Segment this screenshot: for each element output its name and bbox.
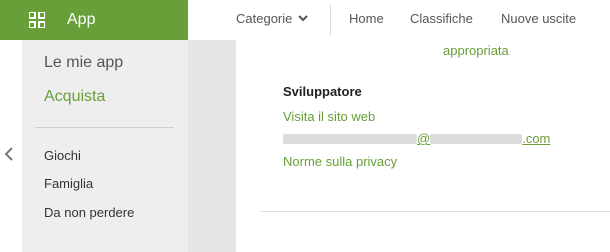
grid-icon	[29, 12, 45, 28]
sidebar-category-giochi[interactable]: Giochi	[44, 148, 81, 163]
categorie-dropdown[interactable]: Categorie	[236, 11, 309, 26]
redacted-email-user	[283, 134, 417, 144]
sidebar-item-my-apps[interactable]: Le mie app	[44, 54, 123, 72]
chevron-down-icon	[298, 15, 309, 22]
categorie-label: Categorie	[236, 11, 293, 26]
nav-divider	[330, 4, 331, 36]
privacy-policy-link[interactable]: Norme sulla privacy	[283, 154, 397, 169]
top-nav: Categorie Home Classifiche Nuove uscite	[188, 0, 610, 41]
left-gutter	[0, 40, 22, 252]
sidebar-item-acquista[interactable]: Acquista	[44, 88, 105, 106]
nav-home[interactable]: Home	[349, 11, 384, 26]
section-divider	[260, 211, 610, 212]
redacted-email-domain	[430, 134, 523, 144]
developer-heading: Sviluppatore	[283, 84, 362, 99]
gray-band	[188, 40, 236, 252]
app-title: App	[67, 11, 96, 28]
email-tld: .com	[522, 131, 551, 146]
sidebar-category-famiglia[interactable]: Famiglia	[44, 176, 93, 191]
website-link[interactable]: Visita il sito web	[283, 109, 375, 124]
sidebar-divider	[35, 127, 174, 128]
email-at: @	[417, 131, 431, 146]
nav-classifiche[interactable]: Classifiche	[410, 11, 473, 26]
sidebar-category-da-non-perdere[interactable]: Da non perdere	[44, 205, 134, 220]
chevron-left-icon[interactable]	[4, 146, 14, 162]
app-tab[interactable]: App	[0, 0, 188, 40]
content-card: appropriata Sviluppatore Visita il sito …	[236, 40, 610, 252]
nav-nuove-uscite[interactable]: Nuove uscite	[501, 11, 576, 26]
developer-email-link[interactable]: @ .com	[283, 131, 550, 146]
sidebar: Le mie app Acquista Giochi Famiglia Da n…	[22, 40, 188, 252]
truncated-text: appropriata	[443, 43, 509, 58]
